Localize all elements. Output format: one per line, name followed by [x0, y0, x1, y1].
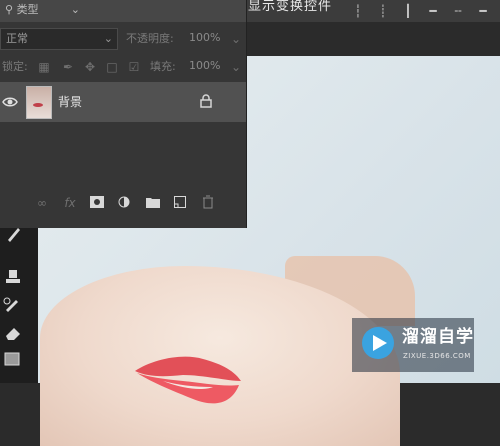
photo-lips	[135, 356, 241, 404]
layer-filter-row: ⚲ 类型 ⌄	[0, 0, 246, 22]
prevent-auto-nesting-icon[interactable]: □	[104, 59, 120, 75]
lock-icon	[200, 94, 212, 108]
align-left-icon[interactable]: ┆	[350, 0, 366, 22]
lock-position-icon[interactable]: ✥	[82, 59, 98, 75]
layer-name[interactable]: 背景	[58, 92, 82, 112]
opacity-field[interactable]: 100%	[184, 28, 228, 50]
layer-style-fx-icon[interactable]: fx	[62, 195, 78, 211]
layer-kind-value: 类型	[16, 3, 39, 16]
chevron-down-icon[interactable]: ⌄	[228, 59, 244, 75]
history-brush-tool-icon[interactable]	[0, 294, 26, 316]
lock-transparent-pixels-icon[interactable]: ▦	[36, 59, 52, 75]
search-icon: ⚲	[5, 3, 14, 16]
fill-field[interactable]: 100%	[184, 56, 228, 78]
folder-icon[interactable]	[146, 196, 160, 208]
lock-row: 锁定: ▦ ✒ ✥ □ ☑ 填充: 100% ⌄	[0, 54, 246, 80]
link-layers-icon[interactable]: ∞	[34, 195, 50, 211]
lock-image-pixels-icon[interactable]: ✒	[60, 59, 76, 75]
chevron-down-icon[interactable]: ⌄	[228, 31, 244, 47]
blend-mode-dropdown[interactable]: 正常 ⌄	[0, 28, 118, 50]
align-top-icon[interactable]: ━	[425, 0, 441, 22]
blend-row: 正常 ⌄ 不透明度: 100% ⌄	[0, 26, 246, 52]
layers-footer: ∞ fx	[0, 190, 246, 216]
align-center-icon[interactable]: ┊	[375, 0, 391, 22]
gradient-tool-icon[interactable]	[0, 348, 26, 370]
align-bottom-icon[interactable]: ━	[475, 0, 491, 22]
adjustment-layer-icon[interactable]	[118, 196, 130, 208]
watermark-logo-icon	[362, 327, 394, 359]
trash-icon[interactable]	[202, 195, 214, 209]
new-layer-icon[interactable]	[174, 196, 186, 208]
watermark: 溜溜自学 ZIXUE.3D66.COM	[352, 318, 474, 372]
clone-stamp-tool-icon[interactable]	[0, 266, 26, 288]
layer-mask-icon[interactable]	[90, 196, 104, 208]
blend-mode-value: 正常	[6, 32, 28, 45]
layer-thumbnail	[26, 86, 52, 119]
opacity-label: 不透明度:	[126, 32, 174, 45]
watermark-url: ZIXUE.3D66.COM	[403, 352, 471, 360]
toolbox	[0, 214, 38, 383]
chevron-down-icon: ⌄	[103, 32, 113, 45]
align-middle-icon[interactable]: ╌	[450, 0, 466, 22]
layer-row[interactable]: 背景	[0, 82, 246, 122]
eye-icon[interactable]	[2, 94, 18, 110]
align-right-icon[interactable]: ┃	[400, 0, 416, 22]
eraser-tool-icon[interactable]	[0, 322, 26, 344]
layer-kind-dropdown[interactable]: ⚲ 类型 ⌄	[0, 0, 84, 22]
chevron-down-icon: ⌄	[70, 3, 80, 16]
fill-label: 填充:	[150, 60, 176, 73]
layers-panel: ⚲ 类型 ⌄ 正常 ⌄ 不透明度: 100% ⌄ 锁定: ▦ ✒ ✥ □ ☑ 填…	[0, 0, 247, 228]
transform-controls-label: 显示变换控件	[248, 0, 333, 14]
lock-all-icon[interactable]: ☑	[126, 59, 142, 75]
watermark-name: 溜溜自学	[402, 327, 474, 347]
lock-label: 锁定:	[2, 60, 28, 73]
